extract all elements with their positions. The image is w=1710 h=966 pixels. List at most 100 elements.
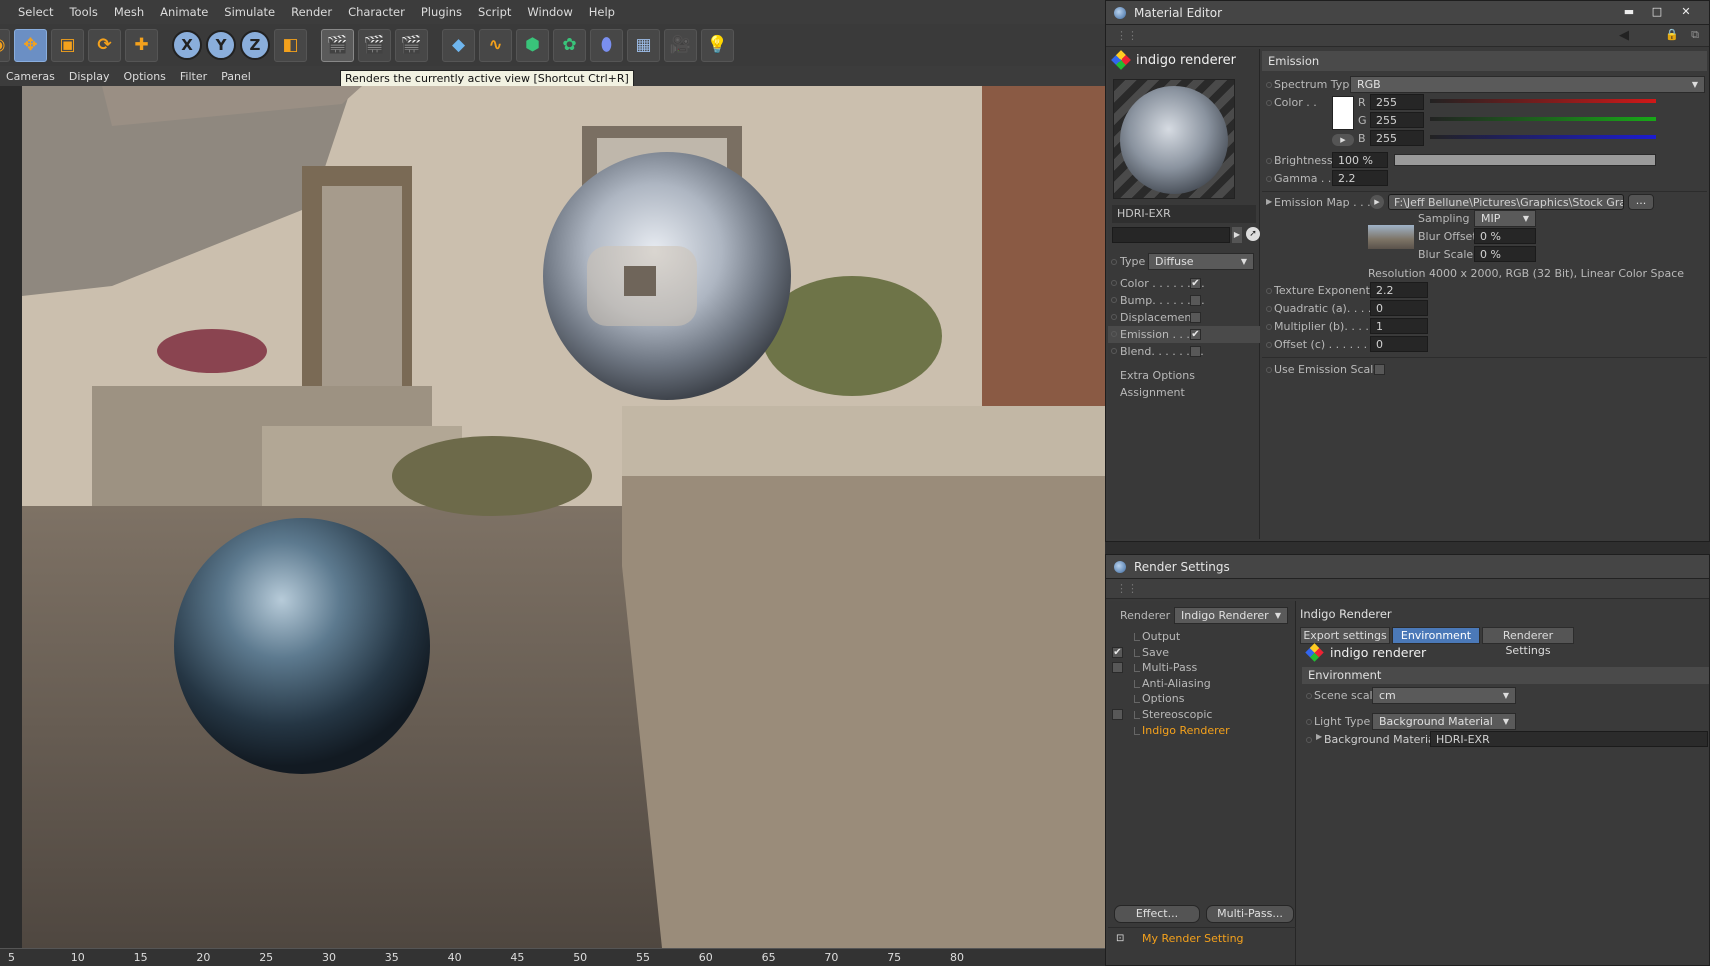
rgb-value-input[interactable]: 255 xyxy=(1370,130,1424,146)
multi-pass-button[interactable]: Multi-Pass... xyxy=(1206,905,1294,923)
menu-render[interactable]: Render xyxy=(283,5,340,19)
quadratic-input[interactable]: 0 xyxy=(1370,300,1428,316)
channel-checkbox[interactable] xyxy=(1190,312,1201,323)
color-swatch[interactable] xyxy=(1332,96,1354,130)
brightness-input[interactable]: 100 % xyxy=(1332,152,1388,168)
viewport-menu-options[interactable]: Options xyxy=(117,70,173,83)
channel-checkbox[interactable]: ✔ xyxy=(1190,329,1201,340)
close-button[interactable]: ✕ xyxy=(1671,4,1701,20)
render-picture-viewer-icon[interactable]: 🎬 xyxy=(358,28,391,62)
y-axis-lock-icon[interactable]: Y xyxy=(206,30,236,60)
timeline-ruler[interactable]: 5 10 15 20 25 30 35 40 45 50 55 60 65 70 75 80 xyxy=(0,948,1105,966)
minimize-button[interactable]: ▬ xyxy=(1617,4,1641,20)
render-tree-checkbox[interactable] xyxy=(1112,662,1123,674)
menu-simulate[interactable]: Simulate xyxy=(216,5,283,19)
floor-icon[interactable]: ▦ xyxy=(627,28,660,62)
lock-icon[interactable]: 🔒 xyxy=(1665,28,1679,41)
menu-character[interactable]: Character xyxy=(340,5,413,19)
type-dropdown[interactable]: Diffuse ▼ xyxy=(1148,253,1254,270)
assignment-label[interactable]: Assignment xyxy=(1120,386,1185,399)
expand-arrow-icon[interactable]: ▶ xyxy=(1232,227,1242,243)
texture-exponent-input[interactable]: 2.2 xyxy=(1370,282,1428,298)
viewport-menu-panel[interactable]: Panel xyxy=(215,70,259,83)
menu-window[interactable]: Window xyxy=(519,5,580,19)
my-render-setting-item[interactable]: My Render Setting xyxy=(1142,932,1244,945)
channel-row[interactable]: Color . . . . . . . . ✔ xyxy=(1108,275,1260,292)
menu-tools[interactable]: Tools xyxy=(61,5,105,19)
channel-checkbox[interactable] xyxy=(1190,346,1201,357)
spline-pen-icon[interactable]: ∿ xyxy=(479,28,512,62)
live-selection-icon[interactable]: ◉ xyxy=(0,28,10,62)
new-window-icon[interactable]: ⧉ xyxy=(1691,28,1699,42)
move-icon[interactable]: ✥ xyxy=(14,28,47,62)
channel-row[interactable]: Emission . . . . ✔ xyxy=(1108,326,1260,343)
light-type-dropdown[interactable]: Background Material ▼ xyxy=(1372,713,1516,730)
background-material-expand-icon[interactable]: ▶ xyxy=(1316,732,1322,741)
x-axis-lock-icon[interactable]: X xyxy=(172,30,202,60)
blur-offset-input[interactable]: 0 % xyxy=(1474,228,1536,244)
multiplier-input[interactable]: 1 xyxy=(1370,318,1428,334)
z-axis-lock-icon[interactable]: Z xyxy=(240,30,270,60)
color-mode-toggle[interactable]: ▶ xyxy=(1332,134,1354,146)
render-view-icon[interactable]: 🎬 xyxy=(321,28,354,62)
menu-mesh[interactable]: Mesh xyxy=(106,5,152,19)
emission-map-thumbnail[interactable] xyxy=(1368,225,1414,249)
tab-environment[interactable]: Environment xyxy=(1392,627,1480,644)
tab-export-settings[interactable]: Export settings xyxy=(1300,627,1390,644)
menu-animate[interactable]: Animate xyxy=(152,5,216,19)
camera-icon[interactable]: 🎥 xyxy=(664,28,697,62)
rgb-slider[interactable] xyxy=(1430,135,1656,139)
edit-render-settings-icon[interactable]: 🎬 xyxy=(395,28,428,62)
background-material-field[interactable]: HDRI-EXR xyxy=(1430,731,1708,747)
rgb-slider[interactable] xyxy=(1430,117,1656,121)
render-tree-item[interactable]: Output xyxy=(1108,629,1296,645)
channel-checkbox[interactable]: ✔ xyxy=(1190,278,1201,289)
menu-plugins[interactable]: Plugins xyxy=(413,5,470,19)
viewport-menu-display[interactable]: Display xyxy=(63,70,118,83)
deformer-icon[interactable]: ⬮ xyxy=(590,28,623,62)
subdivision-surface-icon[interactable]: ⬢ xyxy=(516,28,549,62)
spectrum-type-dropdown[interactable]: RGB ▼ xyxy=(1350,76,1705,93)
add-object-icon[interactable]: ✚ xyxy=(125,28,158,62)
viewport-menu-cameras[interactable]: Cameras xyxy=(0,70,63,83)
brightness-slider[interactable] xyxy=(1394,154,1656,166)
rgb-value-input[interactable]: 255 xyxy=(1370,94,1424,110)
effect-button[interactable]: Effect... xyxy=(1114,905,1200,923)
sampling-dropdown[interactable]: MIP ▼ xyxy=(1474,210,1536,227)
render-tree-checkbox[interactable] xyxy=(1112,708,1123,720)
channel-row[interactable]: Displacement xyxy=(1108,309,1260,326)
render-tree-item[interactable]: Options xyxy=(1108,691,1296,707)
render-tree-item[interactable]: ✔ Save xyxy=(1108,645,1296,661)
renderer-dropdown[interactable]: Indigo Renderer ▼ xyxy=(1174,607,1288,624)
render-tree-item[interactable]: Multi-Pass xyxy=(1108,660,1296,676)
render-tree-item[interactable]: Anti-Aliasing xyxy=(1108,676,1296,692)
maximize-button[interactable]: □ xyxy=(1645,4,1669,20)
channel-checkbox[interactable] xyxy=(1190,295,1201,306)
rgb-value-input[interactable]: 255 xyxy=(1370,112,1424,128)
channel-row[interactable]: Blend. . . . . . . . xyxy=(1108,343,1260,360)
cube-icon[interactable]: ◆ xyxy=(442,28,475,62)
gamma-input[interactable]: 2.2 xyxy=(1332,170,1388,186)
offset-input[interactable]: 0 xyxy=(1370,336,1428,352)
render-tree-checkbox[interactable]: ✔ xyxy=(1112,646,1123,658)
coordinate-system-icon[interactable]: ◧ xyxy=(274,28,307,62)
menu-select[interactable]: Select xyxy=(10,5,61,19)
emission-map-expand-icon[interactable]: ▶ xyxy=(1266,197,1272,206)
emission-map-path[interactable]: F:\Jeff Bellune\Pictures\Graphics\Stock … xyxy=(1388,194,1624,210)
scene-scale-dropdown[interactable]: cm ▼ xyxy=(1372,687,1516,704)
viewport[interactable] xyxy=(0,86,1105,948)
light-icon[interactable]: 💡 xyxy=(701,28,734,62)
blur-scale-input[interactable]: 0 % xyxy=(1474,246,1536,262)
render-tree-item[interactable]: Stereoscopic xyxy=(1108,707,1296,723)
emission-map-options-icon[interactable]: ▶ xyxy=(1370,195,1384,209)
extra-options-label[interactable]: Extra Options xyxy=(1120,369,1195,382)
pick-material-icon[interactable]: ➚ xyxy=(1246,227,1260,241)
rotate-icon[interactable]: ⟳ xyxy=(88,28,121,62)
material-preview[interactable] xyxy=(1113,79,1235,199)
use-emission-scale-checkbox[interactable] xyxy=(1374,364,1385,375)
browse-button[interactable]: ... xyxy=(1628,194,1654,210)
channel-row[interactable]: Bump. . . . . . . . xyxy=(1108,292,1260,309)
array-icon[interactable]: ✿ xyxy=(553,28,586,62)
rgb-slider[interactable] xyxy=(1430,99,1656,103)
render-tree-item[interactable]: Indigo Renderer xyxy=(1108,723,1296,739)
